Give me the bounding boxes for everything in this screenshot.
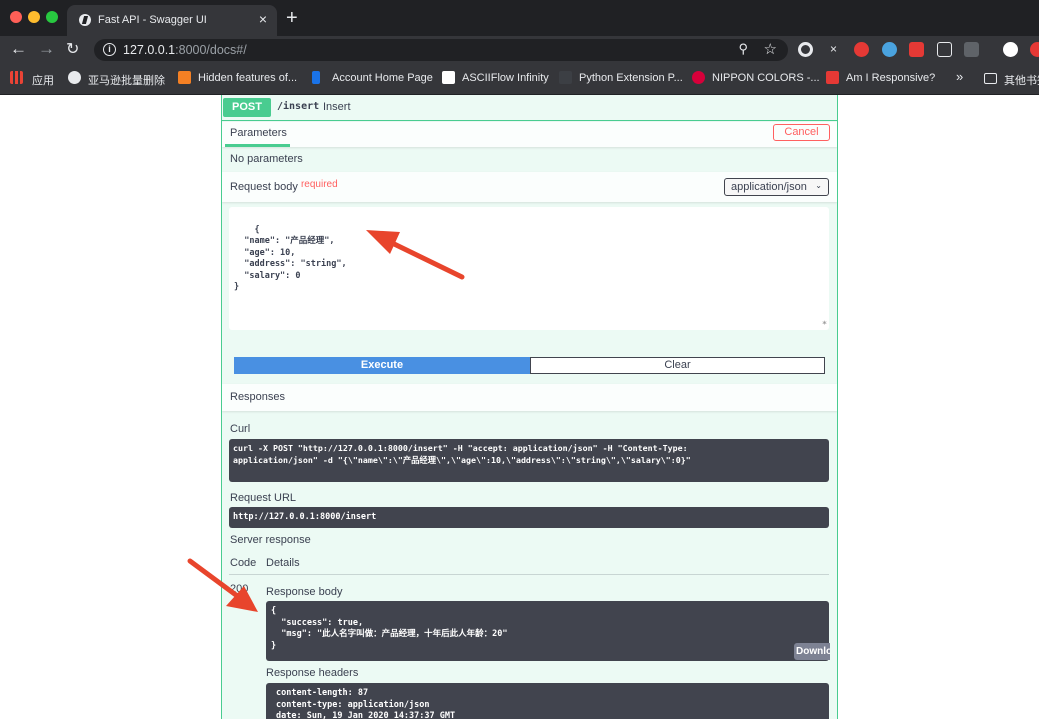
responses-title: Responses [230, 391, 286, 403]
bookmark-am-i-responsive[interactable]: Am I Responsive? [846, 72, 935, 84]
content-type-value: application/json [731, 181, 807, 193]
globe-icon [68, 71, 81, 84]
bookmark-apps[interactable]: 应用 [32, 72, 54, 88]
bookmark-asciiflow[interactable]: ASCIIFlow Infinity [462, 72, 549, 84]
folder-icon [984, 73, 997, 84]
zoom-icon[interactable]: ⚲ [738, 41, 748, 57]
forward-icon[interactable]: → [38, 39, 55, 59]
extension-red-circle-icon[interactable] [1030, 42, 1039, 57]
operation-description: Insert [323, 101, 351, 113]
curl-command[interactable]: curl -X POST "http://127.0.0.1:8000/inse… [229, 439, 829, 482]
parameters-header: Parameters [222, 122, 837, 147]
asciiflow-icon [442, 71, 455, 84]
curl-label: Curl [230, 423, 251, 435]
table-divider [229, 574, 829, 575]
execute-button[interactable]: Execute [234, 357, 530, 374]
required-badge: required [300, 179, 338, 190]
bookmark-nippon-colors[interactable]: NIPPON COLORS -... [712, 72, 820, 84]
address-bar[interactable]: i 127.0.0.1:8000/docs#/ ⚲ ☆ [94, 39, 788, 61]
stackoverflow-icon [178, 71, 191, 84]
operation-summary[interactable]: POST /insert Insert [222, 95, 837, 121]
bookmarks-bar: 应用 亚马逊批量删除 Hidden features of... Account… [0, 64, 1039, 95]
apps-grid-icon [10, 71, 23, 84]
extension-grid-icon[interactable] [964, 42, 979, 57]
request-body-json: { "name": "产品经理", "age": 10, "address": … [234, 224, 347, 293]
extension-compass-icon[interactable] [1003, 42, 1018, 57]
server-response-label: Server response [230, 534, 311, 546]
responsive-icon [826, 71, 839, 84]
request-body-label: Request body required [230, 179, 338, 193]
method-badge: POST [223, 98, 271, 117]
tab-parameters[interactable]: Parameters [230, 127, 287, 139]
bookmark-star-icon[interactable]: ☆ [764, 40, 777, 58]
bookmark-amazon-delete[interactable]: 亚马逊批量删除 [88, 72, 165, 88]
clear-button[interactable]: Clear [530, 357, 825, 374]
chevron-down-icon: ⌄ [815, 181, 822, 190]
request-body-editor[interactable]: { "name": "产品经理", "age": 10, "address": … [229, 207, 829, 330]
request-body-title: Request body [230, 181, 298, 193]
bookmark-python-extension[interactable]: Python Extension P... [579, 72, 683, 84]
resize-handle-icon[interactable]: ∗ [822, 317, 827, 329]
extension-hand-icon[interactable] [854, 42, 869, 57]
content-type-select[interactable]: application/json ⌄ [724, 178, 829, 196]
url-text: 127.0.0.1:8000/docs#/ [123, 43, 247, 57]
response-code: 200 [230, 583, 249, 595]
close-window-button[interactable] [10, 11, 22, 23]
browser-tab[interactable]: Fast API - Swagger UI × [67, 5, 277, 36]
response-body[interactable]: { "success": true, "msg": "此人名字叫做：产品经理，十… [266, 601, 829, 661]
extension-blue-icon[interactable] [882, 42, 897, 57]
cancel-button[interactable]: Cancel [773, 124, 830, 141]
url-path: :8000/docs#/ [175, 43, 247, 57]
extension-face-icon[interactable] [937, 42, 952, 57]
response-headers[interactable]: content-length: 87 content-type: applica… [266, 683, 829, 719]
minimize-window-button[interactable] [28, 11, 40, 23]
response-body-label: Response body [266, 586, 343, 598]
browser-title-bar: Fast API - Swagger UI × + [0, 0, 1039, 36]
url-host: 127.0.0.1 [123, 43, 176, 57]
responses-header: Responses [222, 384, 837, 411]
python-icon [559, 71, 572, 84]
request-url[interactable]: http://127.0.0.1:8000/insert [229, 507, 829, 528]
bookmark-account-home[interactable]: Account Home Page [332, 72, 433, 84]
bookmarks-overflow-chevron-icon[interactable]: » [956, 69, 963, 84]
download-button[interactable]: Download [794, 643, 830, 660]
maximize-window-button[interactable] [46, 11, 58, 23]
no-parameters-text: No parameters [230, 153, 303, 165]
response-headers-label: Response headers [266, 667, 359, 679]
extension-red-dots-icon[interactable] [909, 42, 924, 57]
request-url-label: Request URL [230, 492, 297, 504]
code-column-header: Code [230, 557, 257, 569]
operation-panel: POST /insert Insert Parameters Cancel No… [221, 95, 838, 719]
reload-icon[interactable]: ↻ [66, 39, 79, 59]
new-tab-button[interactable]: + [286, 7, 298, 30]
extension-circle-icon[interactable] [798, 42, 813, 57]
account-icon [312, 71, 320, 84]
tab-close-icon[interactable]: × [259, 11, 267, 27]
nippon-colors-icon [692, 71, 705, 84]
site-info-icon[interactable]: i [103, 43, 116, 56]
details-column-header: Details [266, 557, 300, 569]
operation-path: /insert [277, 101, 320, 112]
fastapi-favicon-icon [79, 14, 91, 26]
tab-title: Fast API - Swagger UI [98, 14, 207, 26]
back-icon[interactable]: ← [10, 39, 27, 59]
extension-x-icon[interactable]: × [826, 42, 841, 57]
bookmark-other[interactable]: 其他书签 [1004, 72, 1039, 88]
bookmark-hidden-features[interactable]: Hidden features of... [198, 72, 297, 84]
tab-active-indicator [225, 144, 290, 147]
